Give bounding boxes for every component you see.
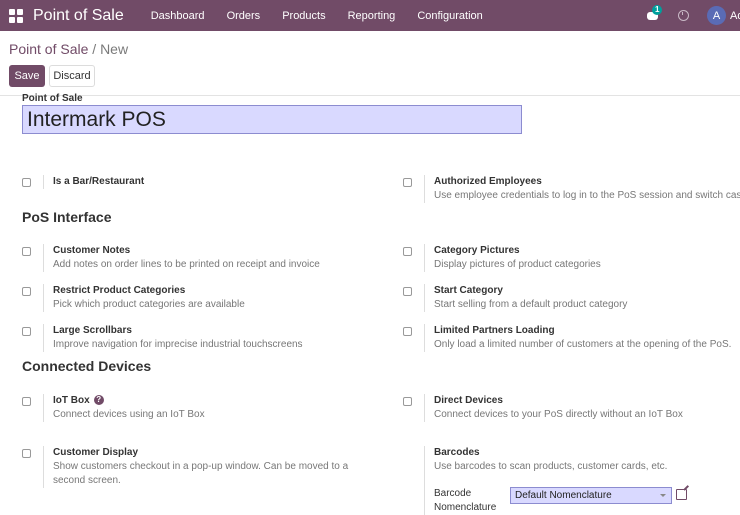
save-button[interactable]: Save xyxy=(9,65,45,87)
setting-bar-restaurant: Is a Bar/Restaurant xyxy=(22,175,144,189)
breadcrumb: Point of Sale / New xyxy=(9,41,128,57)
barcode-nomenclature-label: Barcode Nomenclature xyxy=(434,488,497,513)
breadcrumb-current: New xyxy=(100,41,129,57)
start-category-title: Start Category xyxy=(434,285,503,296)
barcode-nomenclature-select[interactable]: Default Nomenclature xyxy=(510,487,672,504)
external-link-icon[interactable] xyxy=(676,489,687,500)
section-pos-interface: PoS Interface xyxy=(22,209,112,225)
setting-direct-devices: Direct Devices Connect devices to your P… xyxy=(403,394,683,422)
category-pictures-desc: Display pictures of product categories xyxy=(434,259,601,270)
authorized-employees-checkbox[interactable] xyxy=(403,178,412,187)
customer-notes-checkbox[interactable] xyxy=(22,247,31,256)
iot-box-desc: Connect devices using an IoT Box xyxy=(53,409,205,420)
menu-products[interactable]: Products xyxy=(271,10,336,22)
name-field-label: Point of Sale xyxy=(22,93,83,104)
apps-menu-icon[interactable] xyxy=(9,8,23,23)
iot-box-checkbox[interactable] xyxy=(22,397,31,406)
direct-devices-title: Direct Devices xyxy=(434,395,503,406)
limited-partners-desc: Only load a limited number of customers … xyxy=(434,339,732,350)
menu-reporting[interactable]: Reporting xyxy=(337,10,407,22)
start-category-checkbox[interactable] xyxy=(403,287,412,296)
breadcrumb-parent[interactable]: Point of Sale xyxy=(9,41,88,57)
barcodes-title: Barcodes xyxy=(434,447,480,458)
navbar-systray: 1 A Ad xyxy=(647,0,740,31)
direct-devices-checkbox[interactable] xyxy=(403,397,412,406)
setting-large-scrollbars: Large Scrollbars Improve navigation for … xyxy=(22,324,303,352)
customer-display-desc: Show customers checkout in a pop-up wind… xyxy=(53,461,349,486)
large-scrollbars-desc: Improve navigation for imprecise industr… xyxy=(53,339,303,350)
menu-orders[interactable]: Orders xyxy=(216,10,272,22)
start-category-desc: Start selling from a default product cat… xyxy=(434,299,628,310)
message-count-badge: 1 xyxy=(652,4,663,15)
bar-restaurant-checkbox[interactable] xyxy=(22,178,31,187)
menu-configuration[interactable]: Configuration xyxy=(406,10,493,22)
setting-iot-box: IoT Box? Connect devices using an IoT Bo… xyxy=(22,394,205,422)
customer-notes-title: Customer Notes xyxy=(53,245,131,256)
large-scrollbars-title: Large Scrollbars xyxy=(53,325,132,336)
setting-restrict-categories: Restrict Product Categories Pick which p… xyxy=(22,284,245,312)
limited-partners-checkbox[interactable] xyxy=(403,327,412,336)
authorized-employees-title: Authorized Employees xyxy=(434,176,542,187)
setting-barcodes: Barcodes Use barcodes to scan products, … xyxy=(403,446,667,515)
large-scrollbars-checkbox[interactable] xyxy=(22,327,31,336)
pos-name-input[interactable]: Intermark POS xyxy=(22,105,522,134)
direct-devices-desc: Connect devices to your PoS directly wit… xyxy=(434,409,683,420)
iot-box-title: IoT Box? xyxy=(53,394,205,408)
top-navbar: Point of Sale Dashboard Orders Products … xyxy=(0,0,740,31)
discard-button[interactable]: Discard xyxy=(49,65,95,87)
customer-display-checkbox[interactable] xyxy=(22,449,31,458)
user-avatar[interactable]: A xyxy=(707,6,726,25)
menu-dashboard[interactable]: Dashboard xyxy=(140,10,216,22)
app-brand[interactable]: Point of Sale xyxy=(33,7,124,25)
messaging-icon[interactable]: 1 xyxy=(647,4,663,22)
user-name[interactable]: Ad xyxy=(730,10,740,22)
section-connected-devices: Connected Devices xyxy=(22,358,152,374)
control-panel-divider xyxy=(0,95,740,96)
category-pictures-checkbox[interactable] xyxy=(403,247,412,256)
customer-notes-desc: Add notes on order lines to be printed o… xyxy=(53,259,320,270)
bar-restaurant-title: Is a Bar/Restaurant xyxy=(53,176,145,187)
setting-start-category: Start Category Start selling from a defa… xyxy=(403,284,627,312)
category-pictures-title: Category Pictures xyxy=(434,245,520,256)
restrict-categories-checkbox[interactable] xyxy=(22,287,31,296)
breadcrumb-separator: / xyxy=(92,41,97,57)
setting-authorized-employees: Authorized Employees Use employee creden… xyxy=(403,175,740,203)
iot-box-label: IoT Box xyxy=(53,395,90,406)
restrict-categories-desc: Pick which product categories are availa… xyxy=(53,299,245,310)
help-icon[interactable]: ? xyxy=(93,395,104,405)
limited-partners-title: Limited Partners Loading xyxy=(434,325,555,336)
authorized-employees-desc: Use employee credentials to log in to th… xyxy=(434,190,740,201)
setting-customer-notes: Customer Notes Add notes on order lines … xyxy=(22,244,320,272)
setting-customer-display: Customer Display Show customers checkout… xyxy=(22,446,383,488)
setting-limited-partners: Limited Partners Loading Only load a lim… xyxy=(403,324,731,352)
customer-display-title: Customer Display xyxy=(53,447,139,458)
setting-category-pictures: Category Pictures Display pictures of pr… xyxy=(403,244,601,272)
barcodes-desc: Use barcodes to scan products, customer … xyxy=(434,461,668,472)
restrict-categories-title: Restrict Product Categories xyxy=(53,285,186,296)
main-menu: Dashboard Orders Products Reporting Conf… xyxy=(140,10,494,22)
activity-clock-icon[interactable] xyxy=(678,10,689,21)
